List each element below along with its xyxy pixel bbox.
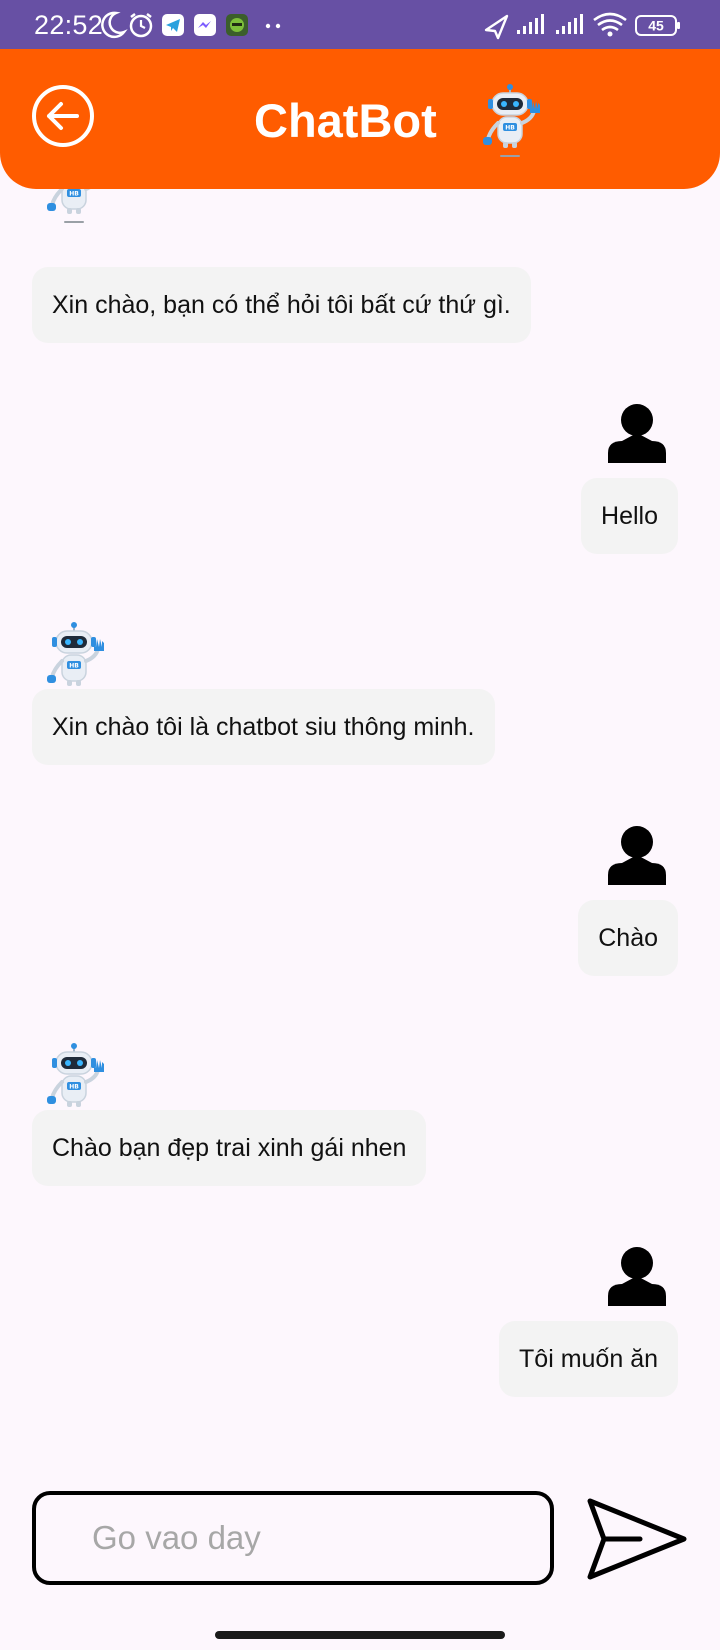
user-avatar-icon (608, 1247, 666, 1306)
user-message-bubble: Hello (581, 478, 678, 554)
user-avatar-icon (608, 826, 666, 885)
bot-avatar-icon (45, 621, 106, 697)
message-input[interactable] (32, 1491, 554, 1585)
battery-level: 45 (648, 18, 664, 34)
bot-message-bubble: Chào bạn đẹp trai xinh gái nhen (32, 1110, 427, 1186)
status-bar: 22:52 45 (0, 0, 720, 49)
bot-avatar-icon (45, 1042, 106, 1118)
back-button[interactable] (31, 84, 95, 148)
user-message-bubble: Tôi muốn ăn (499, 1321, 678, 1397)
page-title: ChatBot (254, 94, 437, 147)
user-message-bubble: Chào (578, 900, 678, 976)
signal-icon (517, 14, 544, 34)
message-list[interactable]: Xin chào, bạn có thể hỏi tôi bất cứ thứ … (0, 189, 720, 1489)
send-button[interactable] (584, 1491, 690, 1587)
gesture-nav-handle (215, 1631, 505, 1639)
bot-avatar-icon (45, 189, 106, 225)
bot-message-bubble: Xin chào, bạn có thể hỏi tôi bất cứ thứ … (32, 267, 531, 343)
status-system-icons: 45 (484, 12, 680, 40)
wifi-icon (593, 12, 627, 37)
bot-message-bubble: Xin chào tôi là chatbot siu thông minh. (32, 689, 495, 765)
user-avatar-icon (608, 404, 666, 463)
send-icon (587, 1498, 687, 1580)
signal-icon-2 (556, 14, 583, 34)
robot-icon (481, 83, 542, 159)
location-icon (484, 14, 509, 40)
app-header: ChatBot (0, 49, 720, 189)
back-arrow-icon (32, 85, 94, 147)
